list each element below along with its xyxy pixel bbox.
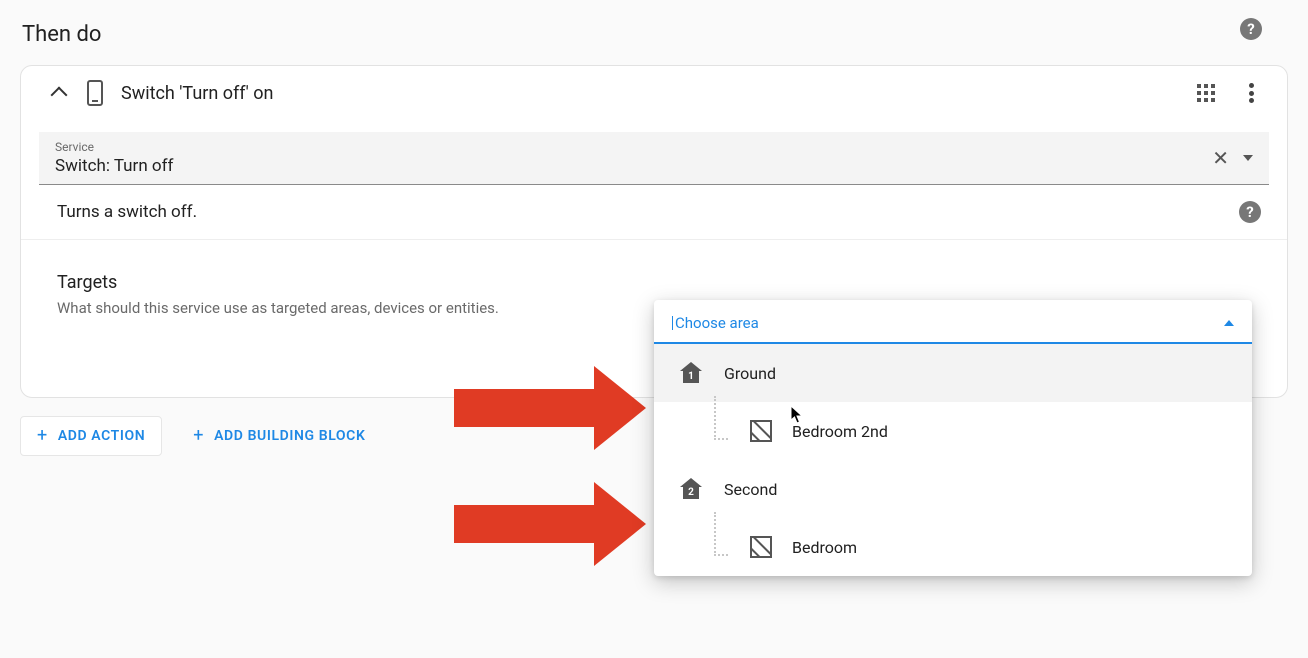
help-icon[interactable]: ? xyxy=(1239,201,1261,223)
room-icon xyxy=(750,536,772,558)
area-floor-label: Second xyxy=(724,480,777,499)
switch-device-icon xyxy=(87,80,103,106)
floor-icon: 1 xyxy=(680,362,702,384)
dropdown-caret-icon[interactable] xyxy=(1243,155,1253,161)
choose-area-label: Choose area xyxy=(675,314,759,332)
area-room-bedroom[interactable]: Bedroom xyxy=(654,518,1252,576)
targets-title: Targets xyxy=(57,272,1251,293)
area-floor-label: Ground xyxy=(724,364,776,383)
help-icon[interactable]: ? xyxy=(1240,18,1262,40)
service-select-row[interactable]: Service Switch: Turn off ✕ xyxy=(39,132,1269,185)
clear-service-icon[interactable]: ✕ xyxy=(1212,148,1229,168)
choose-area-dropdown[interactable]: Choose area 1 Ground Bedroom 2nd xyxy=(654,300,1252,576)
annotation-arrow-icon xyxy=(454,482,646,566)
text-caret-icon xyxy=(672,316,673,330)
card-header[interactable]: Switch 'Turn off' on xyxy=(21,66,1287,120)
service-description-text: Turns a switch off. xyxy=(57,202,197,222)
add-building-block-label: Add Building Block xyxy=(214,428,365,444)
add-building-block-button[interactable]: + Add Building Block xyxy=(176,416,382,456)
add-action-label: Add Action xyxy=(58,428,145,444)
room-icon xyxy=(750,420,772,442)
drag-grid-icon[interactable] xyxy=(1197,84,1215,102)
plus-icon: + xyxy=(193,427,204,445)
service-description-row: Turns a switch off. ? xyxy=(21,185,1287,240)
area-room-bedroom-2nd[interactable]: Bedroom 2nd xyxy=(654,402,1252,460)
floor-icon: 2 xyxy=(680,478,702,500)
area-list: 1 Ground Bedroom 2nd 2 Second Bedro xyxy=(654,344,1252,576)
service-field-label: Service xyxy=(55,140,1212,154)
tree-connector-icon xyxy=(710,524,730,570)
tree-connector-icon xyxy=(710,408,730,454)
kebab-menu-icon[interactable] xyxy=(1249,83,1253,103)
plus-icon: + xyxy=(37,427,48,445)
service-field-value: Switch: Turn off xyxy=(55,156,1212,176)
area-floor-ground[interactable]: 1 Ground xyxy=(654,344,1252,402)
area-room-label: Bedroom xyxy=(792,538,857,557)
choose-area-field[interactable]: Choose area xyxy=(654,300,1252,344)
section-title: Then do xyxy=(22,22,1288,47)
area-room-label: Bedroom 2nd xyxy=(792,422,888,441)
area-floor-second[interactable]: 2 Second xyxy=(654,460,1252,518)
chevron-up-icon[interactable] xyxy=(51,87,68,104)
card-header-title: Switch 'Turn off' on xyxy=(121,83,1197,104)
annotation-arrow-icon xyxy=(454,366,646,450)
add-action-button[interactable]: + Add Action xyxy=(20,416,162,456)
dropdown-caret-up-icon[interactable] xyxy=(1224,320,1234,326)
